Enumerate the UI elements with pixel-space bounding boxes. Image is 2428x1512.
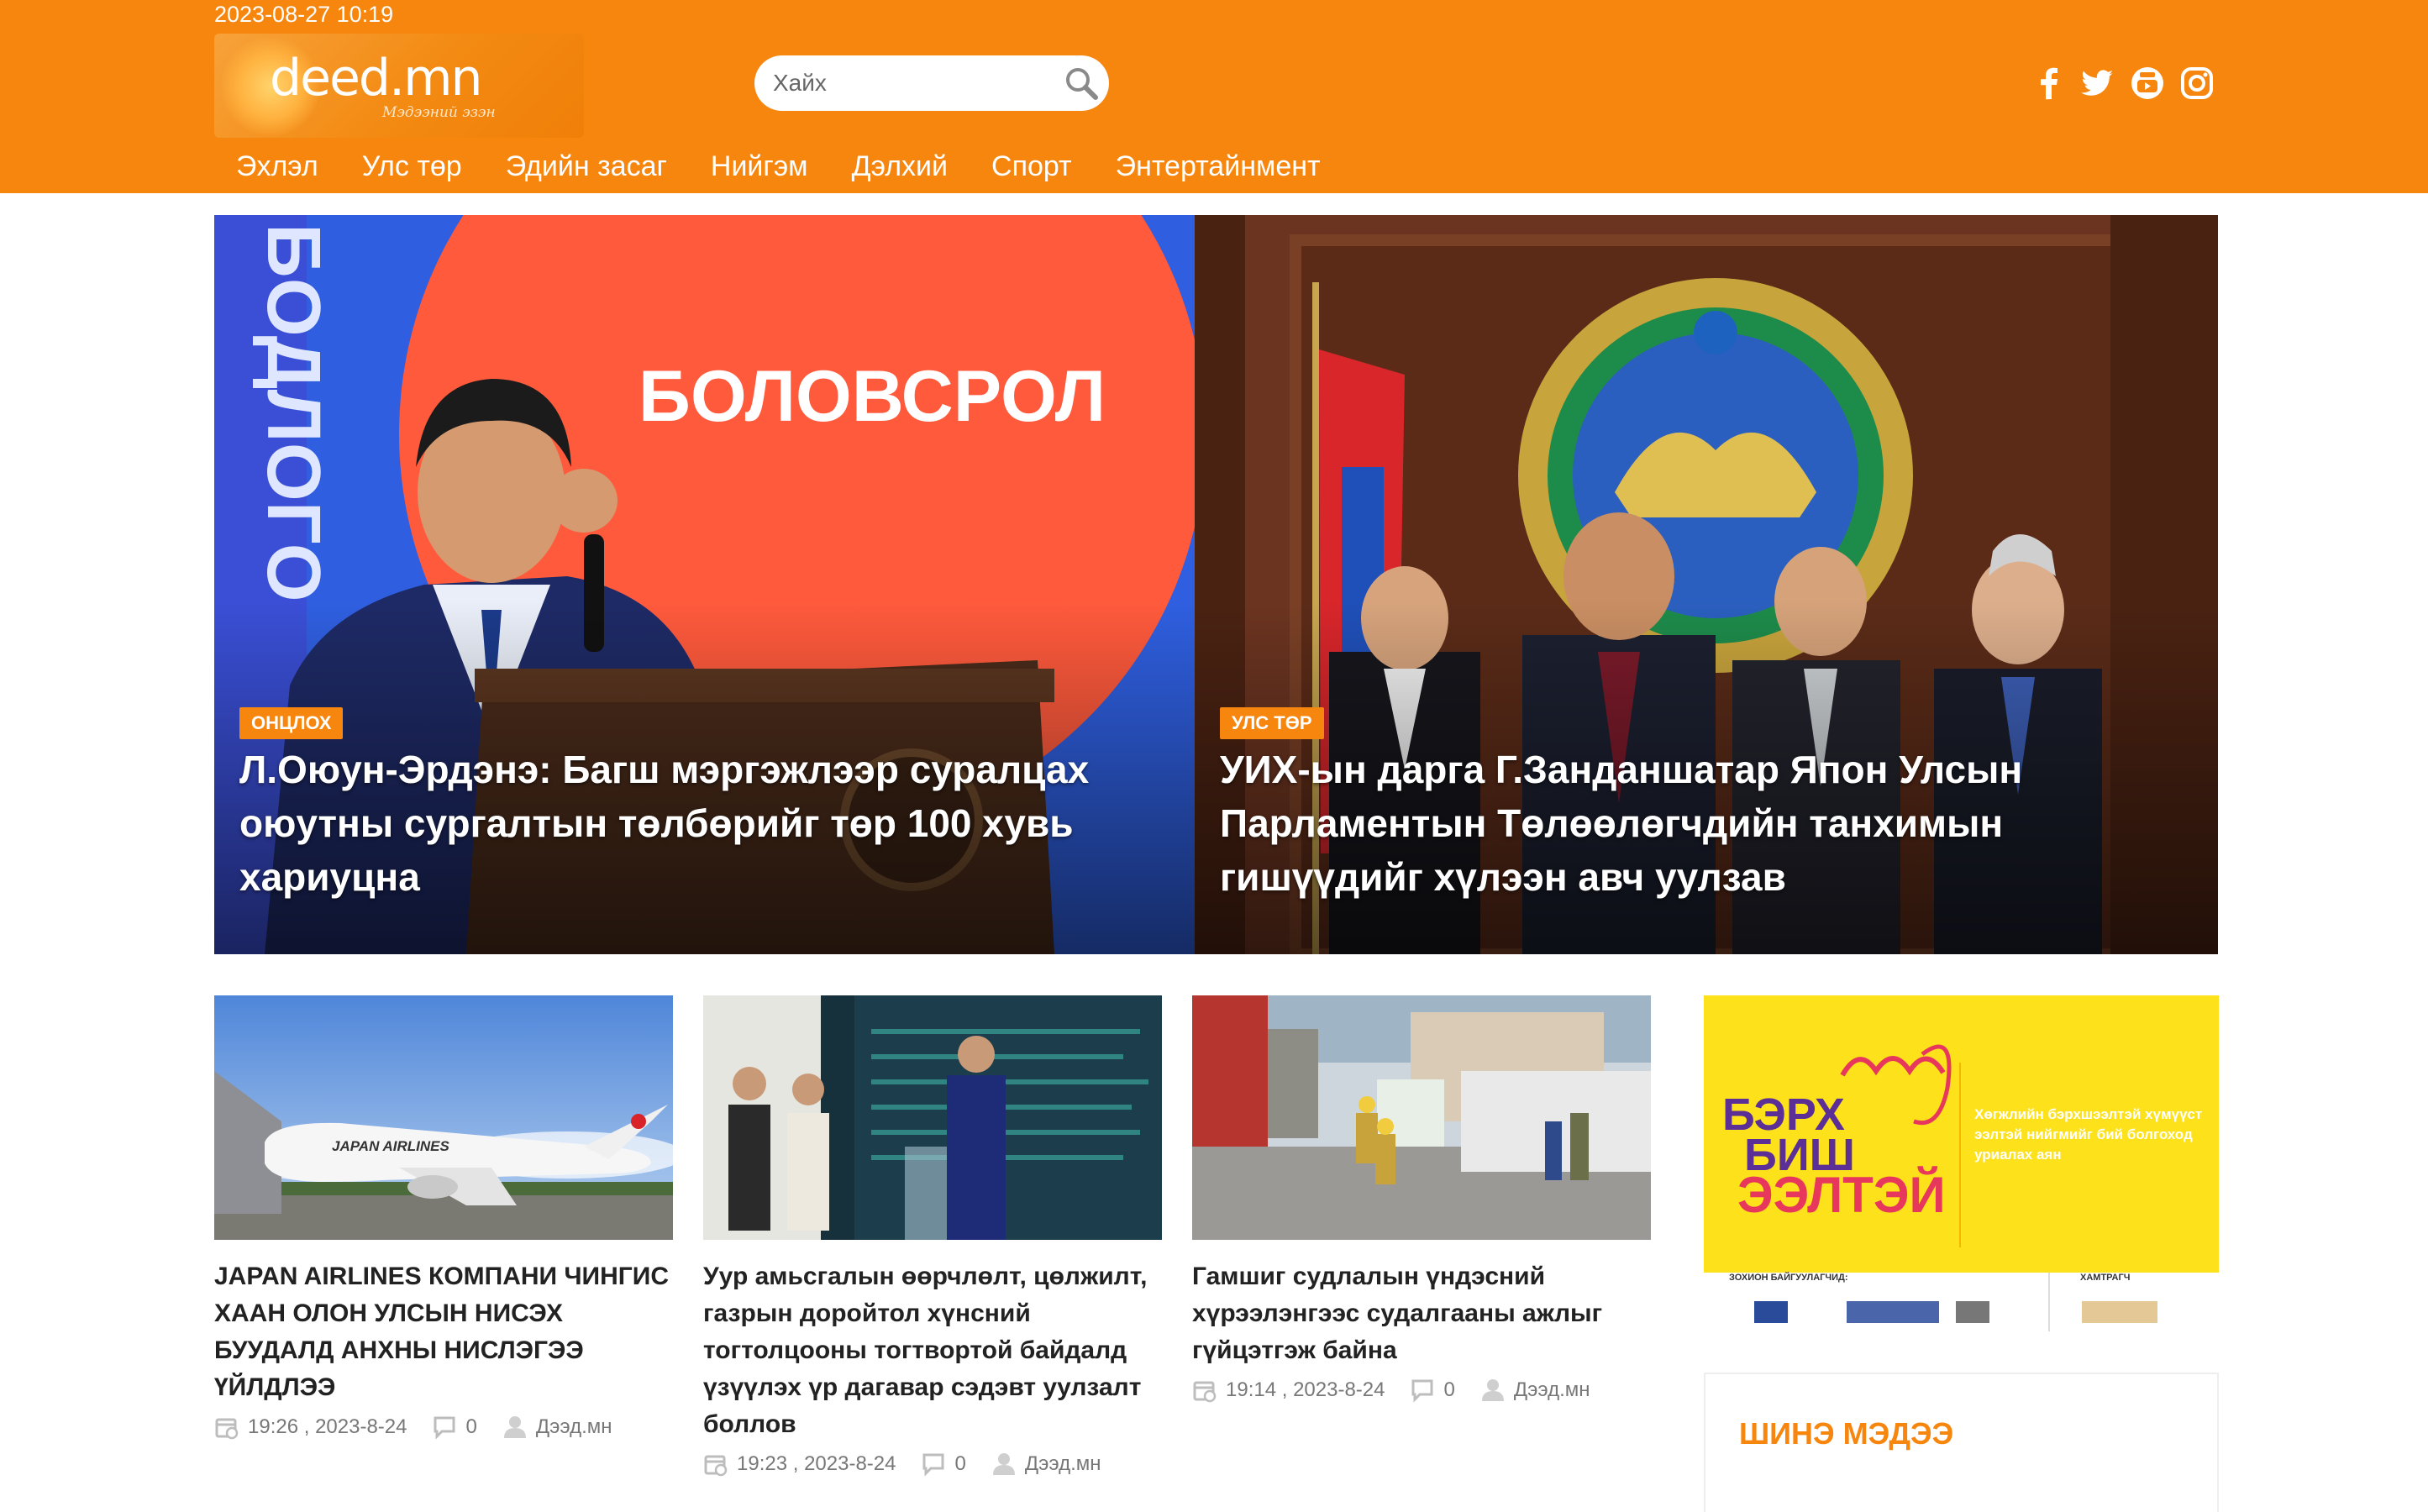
main-nav: Эхлэл Улс төр Эдийн засаг Нийгэм Дэлхий … bbox=[214, 143, 1363, 190]
comment-icon bbox=[434, 1416, 455, 1440]
search-box bbox=[754, 55, 1109, 111]
facebook-icon bbox=[2041, 67, 2057, 100]
sponsor-logo bbox=[1754, 1301, 1788, 1323]
instagram-icon bbox=[2181, 67, 2213, 99]
news-card-title[interactable]: Гамшиг судлалын үндэсний хүрээлэнгээс су… bbox=[1192, 1258, 1651, 1369]
news-card-image[interactable] bbox=[1192, 995, 1651, 1240]
news-card-meta: 19:26 , 2023-8-24 0 Дээд.мн bbox=[214, 1415, 673, 1440]
site-logo[interactable]: deed.mn Мэдээний эзэн bbox=[214, 34, 584, 138]
publish-time: 19:23 , 2023-8-24 bbox=[737, 1452, 896, 1475]
sidebar-ad-banner[interactable]: БЭРХ БИШ ЭЭЛТЭЙ Хөгжлийн бэрхшээлтэй хүм… bbox=[1704, 995, 2219, 1340]
news-card-image[interactable]: JAPAN AIRLINES bbox=[214, 995, 673, 1240]
comment-count: 0 bbox=[954, 1452, 966, 1475]
comment-icon bbox=[922, 1453, 944, 1477]
sponsor-logo bbox=[2082, 1301, 2157, 1323]
search-button[interactable] bbox=[1062, 64, 1101, 102]
facebook-link[interactable] bbox=[2031, 66, 2067, 101]
news-card-image[interactable] bbox=[703, 995, 1162, 1240]
hero-headline[interactable]: Л.Оюун-Эрдэнэ: Багш мэргэжлээр суралцах … bbox=[239, 743, 1130, 904]
calendar-icon bbox=[1193, 1381, 1217, 1403]
comment-icon bbox=[1411, 1379, 1433, 1403]
sponsor-logo bbox=[1847, 1301, 1939, 1323]
youtube-link[interactable] bbox=[2130, 66, 2165, 101]
category-badge[interactable]: УЛС ТӨР bbox=[1220, 707, 1324, 739]
nav-item-sport[interactable]: Спорт bbox=[990, 143, 1074, 190]
site-header: 2023-08-27 10:19 deed.mn Мэдээний эзэн Х… bbox=[0, 0, 2428, 193]
user-icon bbox=[992, 1453, 1015, 1475]
calendar-icon bbox=[215, 1418, 239, 1440]
hero-image-vertical-text: БОДЛОГО bbox=[251, 223, 335, 602]
logo-tagline: Мэдээний эзэн bbox=[382, 104, 496, 121]
publish-time: 19:26 , 2023-8-24 bbox=[248, 1415, 407, 1438]
news-card[interactable]: Уур амьсгалын өөрчлөлт, цөлжилт, газрын … bbox=[703, 995, 1162, 1477]
nav-item-home[interactable]: Эхлэл bbox=[234, 143, 320, 190]
author-name[interactable]: Дээд.мн bbox=[1514, 1378, 1590, 1402]
airplane-livery-text: JAPAN AIRLINES bbox=[332, 1138, 449, 1154]
nav-item-economy[interactable]: Эдийн засаг bbox=[504, 143, 669, 190]
news-card[interactable]: Гамшиг судлалын үндэсний хүрээлэнгээс су… bbox=[1192, 995, 1651, 1403]
ad-organizers-label: ЗОХИОН БАЙГУУЛАГЧИД: bbox=[1729, 1273, 1848, 1283]
latest-news-widget: ШИНЭ МЭДЭЭ bbox=[1704, 1373, 2219, 1512]
airplane-image: JAPAN AIRLINES bbox=[214, 995, 673, 1240]
user-icon bbox=[1481, 1379, 1504, 1401]
category-badge[interactable]: ОНЦЛОХ bbox=[239, 707, 344, 739]
hero-story-secondary[interactable]: УЛС ТӨР УИХ-ын дарга Г.Занданшатар Япон … bbox=[1195, 215, 2218, 954]
instagram-link[interactable] bbox=[2179, 66, 2215, 101]
ad-artwork: БЭРХ БИШ ЭЭЛТЭЙ Хөгжлийн бэрхшээлтэй хүм… bbox=[1704, 995, 2219, 1273]
ad-text-line-3: ЭЭЛТЭЙ bbox=[1737, 1167, 1946, 1223]
news-card-title[interactable]: Уур амьсгалын өөрчлөлт, цөлжилт, газрын … bbox=[703, 1258, 1162, 1443]
youtube-icon bbox=[2131, 67, 2163, 99]
nav-item-politics[interactable]: Улс төр bbox=[360, 143, 464, 190]
comment-count: 0 bbox=[465, 1415, 477, 1438]
news-card-meta: 19:14 , 2023-8-24 0 Дээд.мн bbox=[1192, 1378, 1651, 1403]
publish-time: 19:14 , 2023-8-24 bbox=[1226, 1378, 1385, 1401]
nav-item-world[interactable]: Дэлхий bbox=[850, 143, 949, 190]
ad-sponsor-strip: ЗОХИОН БАЙГУУЛАГЧИД: ХАМТРАГЧ bbox=[1704, 1273, 2219, 1340]
search-icon bbox=[1066, 68, 1098, 100]
conference-image bbox=[703, 995, 1162, 1240]
user-icon bbox=[503, 1416, 526, 1438]
search-input[interactable] bbox=[773, 63, 1042, 103]
twitter-icon bbox=[2081, 70, 2113, 96]
author-name[interactable]: Дээд.мн bbox=[1025, 1452, 1101, 1476]
emergency-drill-image bbox=[1192, 995, 1651, 1240]
ad-partner-label: ХАМТРАГЧ bbox=[2080, 1273, 2131, 1283]
hero-story-featured[interactable]: БОДЛОГО БОЛОВСРОЛ ОНЦЛОХ Л.Оюун-Эрдэнэ: … bbox=[214, 215, 1195, 954]
news-card-meta: 19:23 , 2023-8-24 0 Дээд.мн bbox=[703, 1452, 1162, 1477]
news-card[interactable]: JAPAN AIRLINES JAPAN AIRLINES КОМПАНИ ЧИ… bbox=[214, 995, 673, 1440]
latest-news-title: ШИНЭ МЭДЭЭ bbox=[1739, 1416, 1954, 1451]
author-name[interactable]: Дээд.мн bbox=[536, 1415, 612, 1439]
logo-text: deed.mn bbox=[270, 49, 483, 108]
comment-count: 0 bbox=[1443, 1378, 1455, 1401]
hero-image-headline-text: БОЛОВСРОЛ bbox=[639, 356, 1106, 437]
sponsor-logo bbox=[1956, 1301, 1989, 1323]
hero-headline[interactable]: УИХ-ын дарга Г.Занданшатар Япон Улсын Па… bbox=[1220, 743, 2161, 904]
ad-slogan: Хөгжлийн бэрхшээлтэй хүмүүст ээлтэй нийг… bbox=[1974, 1106, 2203, 1163]
news-card-title[interactable]: JAPAN AIRLINES КОМПАНИ ЧИНГИС ХААН ОЛОН … bbox=[214, 1258, 673, 1406]
nav-item-entertainment[interactable]: Энтертайнмент bbox=[1114, 143, 1322, 190]
twitter-link[interactable] bbox=[2079, 66, 2115, 101]
current-datetime: 2023-08-27 10:19 bbox=[214, 2, 394, 27]
nav-item-society[interactable]: Нийгэм bbox=[709, 143, 810, 190]
calendar-icon bbox=[704, 1455, 728, 1477]
